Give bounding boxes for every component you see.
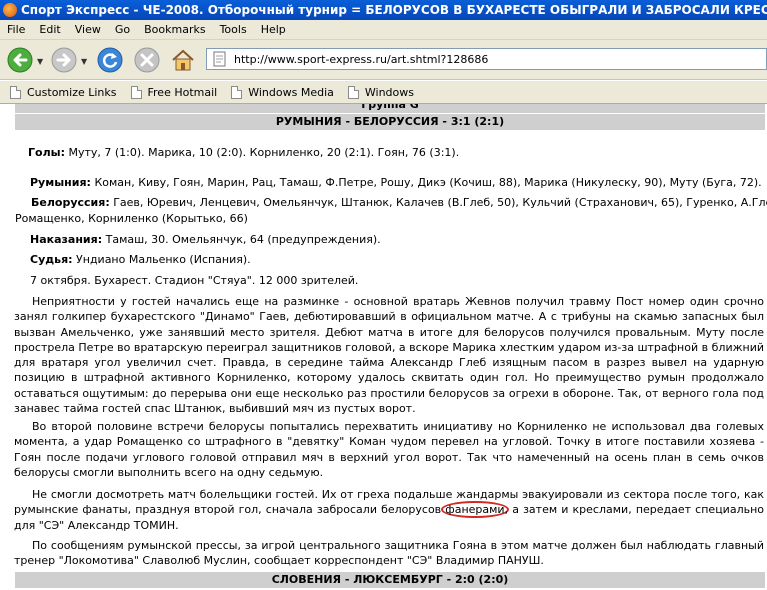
menu-tools[interactable]: Tools xyxy=(213,23,254,36)
belarus-lineup-continued: Ромащенко, Корниленко (Корытько, 66) xyxy=(15,212,248,225)
menu-edit[interactable]: Edit xyxy=(32,23,67,36)
referee-label: Судья: xyxy=(30,253,73,266)
referee-line: Судья: Ундиано Мальенко (Испания). xyxy=(30,252,764,267)
address-bar[interactable]: http://www.sport-express.ru/art.shtml?12… xyxy=(206,48,767,70)
home-icon[interactable] xyxy=(169,46,197,74)
bookmark-customize-links[interactable]: Customize Links xyxy=(10,85,117,99)
stop-icon[interactable] xyxy=(133,46,161,74)
page-content[interactable]: Группа G РУМЫНИЯ - БЕЛОРУССИЯ - 3:1 (2:1… xyxy=(0,104,767,590)
bookmark-windows-media[interactable]: Windows Media xyxy=(231,85,334,99)
article-paragraph: По сообщениям румынской прессы, за игрой… xyxy=(14,539,764,568)
menu-bar: File Edit View Go Bookmarks Tools Help xyxy=(0,20,767,40)
firefox-icon xyxy=(3,3,17,17)
cautions-label: Наказания: xyxy=(30,233,103,246)
bookmark-page-icon xyxy=(10,85,21,99)
belarus-label: Белоруссия: xyxy=(31,196,110,209)
bookmark-label: Free Hotmail xyxy=(147,85,218,99)
next-match-header: СЛОВЕНИЯ - ЛЮКСЕМБУРГ - 2:0 (2:0) xyxy=(15,572,765,588)
forward-arrow-icon[interactable] xyxy=(50,46,78,74)
goals-line: Голы: Муту, 7 (1:0). Марика, 10 (2:0). К… xyxy=(28,145,762,160)
bookmark-page-icon xyxy=(231,85,243,99)
belarus-lineup: Белоруссия: Гаев, Юревич, Ленцевич, Омел… xyxy=(31,195,767,210)
romania-text: Коман, Киву, Гоян, Марин, Рац, Тамаш, Ф.… xyxy=(90,176,762,189)
url-text[interactable]: http://www.sport-express.ru/art.shtml?12… xyxy=(234,53,488,66)
article-paragraph: Во второй половине встречи белорусы попы… xyxy=(14,420,764,479)
bookmarks-toolbar: Customize Links Free Hotmail Windows Med… xyxy=(0,81,767,104)
bookmark-page-icon xyxy=(347,85,359,99)
belarus-text: Гаев, Юревич, Ленцевич, Омельянчук, Штан… xyxy=(109,196,767,209)
bookmark-free-hotmail[interactable]: Free Hotmail xyxy=(130,85,218,99)
group-header: Группа G xyxy=(15,104,765,113)
menu-help[interactable]: Help xyxy=(254,23,293,36)
circled-word: фанерами xyxy=(441,501,509,519)
bookmark-label: Customize Links xyxy=(27,85,117,99)
bookmark-page-icon xyxy=(130,85,142,99)
bookmark-label: Windows Media xyxy=(248,85,334,99)
bookmark-label: Windows xyxy=(364,85,414,99)
back-history-dropdown-icon[interactable]: ▼ xyxy=(37,57,43,66)
romania-lineup: Румыния: Коман, Киву, Гоян, Марин, Рац, … xyxy=(30,175,764,190)
menu-go[interactable]: Go xyxy=(108,23,137,36)
window-title: Спорт Экспресс - ЧЕ-2008. Отборочный тур… xyxy=(21,3,767,17)
bookmark-windows[interactable]: Windows xyxy=(347,85,414,99)
goals-text: Муту, 7 (1:0). Марика, 10 (2:0). Корниле… xyxy=(64,146,460,159)
cautions-text: Тамаш, 30. Омельянчук, 64 (предупреждени… xyxy=(102,233,381,246)
cautions-line: Наказания: Тамаш, 30. Омельянчук, 64 (пр… xyxy=(30,232,764,247)
forward-history-dropdown-icon[interactable]: ▼ xyxy=(81,57,87,66)
menu-bookmarks[interactable]: Bookmarks xyxy=(137,23,212,36)
window-titlebar[interactable]: Спорт Экспресс - ЧЕ-2008. Отборочный тур… xyxy=(0,0,767,20)
article-paragraph: Не смогли досмотреть матч болельщики гос… xyxy=(14,487,764,533)
menu-file[interactable]: File xyxy=(0,23,32,36)
page-icon xyxy=(213,51,226,67)
reload-icon[interactable] xyxy=(96,46,124,74)
romania-label: Румыния: xyxy=(30,176,91,189)
goals-label: Голы: xyxy=(28,146,65,159)
article-paragraph: Неприятности у гостей начались еще на ра… xyxy=(14,295,764,416)
referee-text: Ундиано Мальенко (Испания). xyxy=(72,253,251,266)
menu-view[interactable]: View xyxy=(68,23,108,36)
match-header: РУМЫНИЯ - БЕЛОРУССИЯ - 3:1 (2:1) xyxy=(15,114,765,130)
venue-line: 7 октября. Бухарест. Стадион "Стяуа". 12… xyxy=(30,274,359,287)
back-arrow-icon[interactable] xyxy=(6,46,34,74)
